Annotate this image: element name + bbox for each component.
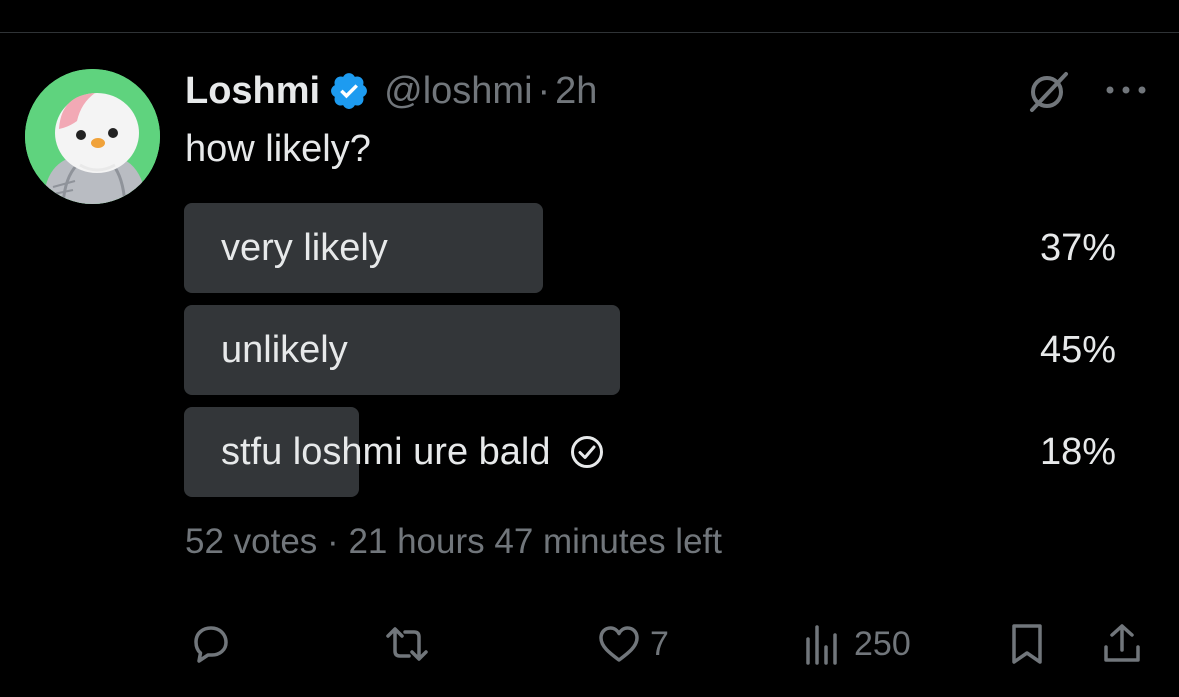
author-handle[interactable]: @loshmi	[384, 70, 532, 113]
retweet-button[interactable]	[384, 620, 438, 668]
bookmark-icon	[1012, 624, 1042, 664]
poll-option-percent: 37%	[1039, 227, 1116, 269]
poll-option: unlikely 45%	[184, 305, 1116, 395]
share-button[interactable]	[1099, 620, 1145, 668]
poll-option-text: stfu loshmi ure bald	[221, 431, 551, 473]
poll-option-text: very likely	[221, 227, 388, 269]
check-circle-icon	[570, 436, 603, 468]
poll-option: stfu loshmi ure bald 18%	[184, 407, 1116, 497]
views-icon	[806, 625, 837, 665]
retweet-icon	[386, 627, 428, 661]
author-name[interactable]: Loshmi	[185, 70, 320, 113]
poll-time-left: 21 hours 47 minutes left	[348, 522, 722, 561]
poll-option-label: unlikely	[221, 305, 348, 395]
views-button[interactable]: 250	[800, 620, 911, 668]
poll-votes: 52 votes	[185, 522, 318, 561]
reply-button[interactable]	[188, 620, 242, 668]
header-separator: ·	[537, 69, 551, 112]
tweet-timestamp[interactable]: 2h	[555, 70, 597, 113]
like-count: 7	[650, 624, 669, 663]
reply-icon	[194, 626, 228, 663]
poll-option-label: very likely	[221, 203, 388, 293]
poll-option-text: unlikely	[221, 329, 348, 371]
poll-meta-separator: ·	[327, 522, 339, 561]
tweet-text: how likely?	[185, 128, 371, 170]
poll-option-percent: 18%	[1039, 431, 1116, 473]
top-divider	[0, 32, 1179, 33]
like-button[interactable]: 7	[596, 620, 669, 668]
grok-icon[interactable]	[1022, 70, 1072, 114]
bookmark-button[interactable]	[1004, 620, 1050, 668]
like-icon	[599, 626, 639, 662]
poll-option-percent: 45%	[1039, 329, 1116, 371]
verified-badge-icon	[331, 73, 368, 109]
poll-option-label: stfu loshmi ure bald	[221, 407, 605, 497]
views-count: 250	[854, 624, 911, 663]
share-icon	[1104, 624, 1140, 662]
poll-meta: 52 votes · 21 hours 47 minutes left	[185, 522, 722, 562]
tweet-header: Loshmi @loshmi · 2h	[185, 66, 597, 116]
poll-option: very likely 37%	[184, 203, 1116, 293]
more-icon[interactable]	[1102, 80, 1150, 100]
avatar[interactable]	[25, 69, 160, 204]
